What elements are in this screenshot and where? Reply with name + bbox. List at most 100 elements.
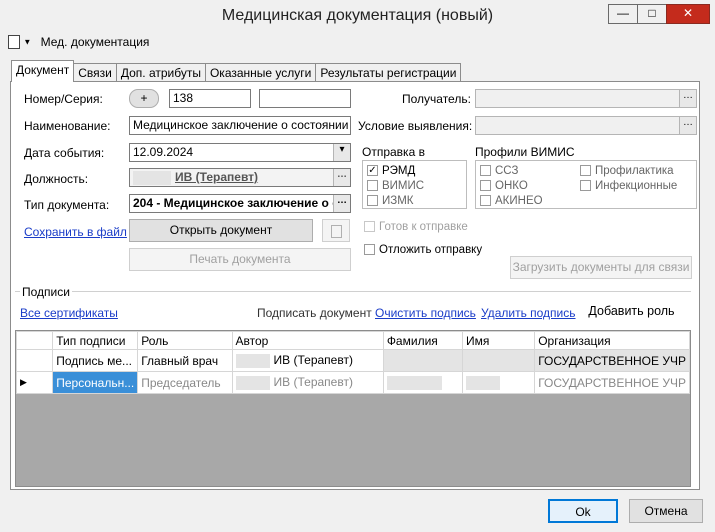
recipient-lookup-button[interactable]: … <box>679 90 696 107</box>
postpone-send-checkbox[interactable]: Отложить отправку <box>364 243 482 258</box>
tab-links[interactable]: Связи <box>73 63 117 83</box>
checkbox[interactable] <box>480 165 491 177</box>
checkbox[interactable] <box>364 221 375 233</box>
print-document-button[interactable]: Печать документа <box>129 248 351 271</box>
signature-type-cell[interactable]: Подпись ме... <box>52 349 139 372</box>
recipient-input[interactable]: … <box>475 89 697 108</box>
tab-strip: Документ Связи Доп. атрибуты Оказанные услу… <box>11 60 462 83</box>
minimize-button[interactable]: — <box>608 4 638 24</box>
check-icon[interactable]: ✓ <box>367 165 378 177</box>
table-row[interactable]: ▶ Персональн... Председатель ИВ (Терапев… <box>16 371 690 394</box>
doctype-value: 204 - Медицинское заключение о состоянии <box>133 196 350 210</box>
name-cell[interactable] <box>461 371 536 394</box>
tab-extra-attributes[interactable]: Доп. атрибуты <box>115 63 206 83</box>
profile-ssz-item[interactable]: ССЗ <box>480 164 543 179</box>
all-certificates-link[interactable]: Все сертификаты <box>20 306 118 320</box>
close-button[interactable]: ✕ <box>666 4 710 24</box>
checkbox[interactable] <box>580 165 591 177</box>
role-cell[interactable]: Председатель <box>137 371 233 394</box>
delete-signature-link[interactable]: Удалить подпись <box>481 306 576 320</box>
organization-cell[interactable]: ГОСУДАРСТВЕННОЕ УЧР <box>534 371 690 394</box>
signatures-divider <box>15 291 691 293</box>
organization-cell[interactable]: ГОСУДАРСТВЕННОЕ УЧР <box>534 349 690 372</box>
cancel-button[interactable]: Отмена <box>629 499 703 523</box>
send-to-list: ✓ РЭМД ВИМИС ИЗМК <box>362 160 467 209</box>
maximize-button[interactable]: □ <box>637 4 667 24</box>
add-number-button[interactable]: + <box>129 89 159 108</box>
detection-input[interactable]: … <box>475 116 697 135</box>
name-label: Наименование: <box>24 119 111 133</box>
column-header[interactable]: Фамилия <box>382 331 464 350</box>
file-icon <box>330 225 342 238</box>
author-cell[interactable]: ИВ (Терапевт) <box>231 371 384 394</box>
detection-label: Условие выявления: <box>358 119 473 133</box>
date-value: 12.09.2024 <box>133 145 194 159</box>
checkbox[interactable] <box>364 244 375 256</box>
save-to-file-link[interactable]: Сохранить в файл <box>24 225 127 239</box>
toolbar-label[interactable]: Мед. документация <box>41 35 150 49</box>
profile-prevention-item[interactable]: Профилактика <box>580 164 677 179</box>
date-label: Дата события: <box>24 146 105 160</box>
table-header: Тип подписи Роль Автор Фамилия Имя Орган… <box>16 331 690 350</box>
table-row[interactable]: Подпись ме... Главный врач ИВ (Терапевт)… <box>16 349 690 372</box>
column-header[interactable]: Имя <box>461 331 536 350</box>
send-izmk-item[interactable]: ИЗМК <box>367 194 466 209</box>
number-input[interactable]: 138 <box>169 89 251 108</box>
number-label: Номер/Серия: <box>24 92 103 106</box>
column-header[interactable]: Автор <box>231 331 384 350</box>
signature-type-cell[interactable]: Персональн... <box>52 371 139 394</box>
name-input[interactable]: Медицинское заключение о состоянии здоро… <box>129 116 351 135</box>
signatures-table: Тип подписи Роль Автор Фамилия Имя Орган… <box>15 330 691 487</box>
checkbox[interactable] <box>480 180 491 192</box>
ok-button[interactable]: Ok <box>548 499 618 523</box>
doctype-label: Тип документа: <box>24 198 110 212</box>
role-cell[interactable]: Главный врач <box>137 349 233 372</box>
send-vimis-item[interactable]: ВИМИС <box>367 179 466 194</box>
calendar-button[interactable]: ▾ <box>333 144 350 161</box>
sign-document-action[interactable]: Подписать документ <box>257 306 372 320</box>
detection-lookup-button[interactable]: … <box>679 117 696 134</box>
doctype-lookup-button[interactable]: … <box>333 195 350 212</box>
position-value: ИВ (Терапевт) <box>175 170 259 184</box>
toolbar: ▼ Мед. документация <box>8 34 149 54</box>
redacted-name <box>235 353 270 368</box>
doctype-input[interactable]: 204 - Медицинское заключение о состоянии… <box>129 194 351 213</box>
row-selector-header <box>16 331 54 350</box>
upload-documents-button[interactable]: Загрузить документы для связи <box>510 256 692 279</box>
name-cell[interactable] <box>461 349 536 372</box>
redacted-name <box>235 375 270 390</box>
chevron-down-icon[interactable]: ▼ <box>23 37 31 46</box>
document-icon[interactable] <box>8 34 20 49</box>
ready-to-send-checkbox[interactable]: Готов к отправке <box>364 220 468 235</box>
position-input[interactable]: ИВ (Терапевт) … <box>129 168 351 187</box>
date-input[interactable]: 12.09.2024 ▾ <box>129 143 351 162</box>
column-header[interactable]: Тип подписи <box>52 331 139 350</box>
tab-services[interactable]: Оказанные услуги <box>204 63 317 83</box>
position-lookup-button[interactable]: … <box>333 169 350 186</box>
row-selector[interactable]: ▶ <box>16 371 54 394</box>
clear-signature-link[interactable]: Очистить подпись <box>375 306 476 320</box>
surname-cell[interactable] <box>382 371 464 394</box>
checkbox[interactable] <box>367 180 378 192</box>
checkbox[interactable] <box>580 180 591 192</box>
send-to-label: Отправка в <box>362 145 425 159</box>
row-selector[interactable] <box>16 349 54 372</box>
column-header[interactable]: Организация <box>534 331 690 350</box>
profile-onko-item[interactable]: ОНКО <box>480 179 543 194</box>
redacted-first-name <box>466 375 500 390</box>
author-cell[interactable]: ИВ (Терапевт) <box>231 349 384 372</box>
checkbox[interactable] <box>480 195 491 207</box>
series-input[interactable] <box>259 89 351 108</box>
profile-akineo-item[interactable]: АКИНЕО <box>480 194 543 209</box>
checkbox[interactable] <box>367 195 378 207</box>
column-header[interactable]: Роль <box>137 331 233 350</box>
tab-registration-results[interactable]: Результаты регистрации <box>315 63 462 83</box>
surname-cell[interactable] <box>382 349 464 372</box>
add-role-button[interactable]: Добавить роль <box>577 300 686 324</box>
profile-infectious-item[interactable]: Инфекционные <box>580 179 677 194</box>
document-preview-button[interactable] <box>322 219 350 242</box>
redacted-name <box>133 170 171 185</box>
open-document-button[interactable]: Открыть документ <box>129 219 313 242</box>
tab-document[interactable]: Документ <box>11 60 75 82</box>
send-remd-item[interactable]: ✓ РЭМД <box>367 164 466 179</box>
